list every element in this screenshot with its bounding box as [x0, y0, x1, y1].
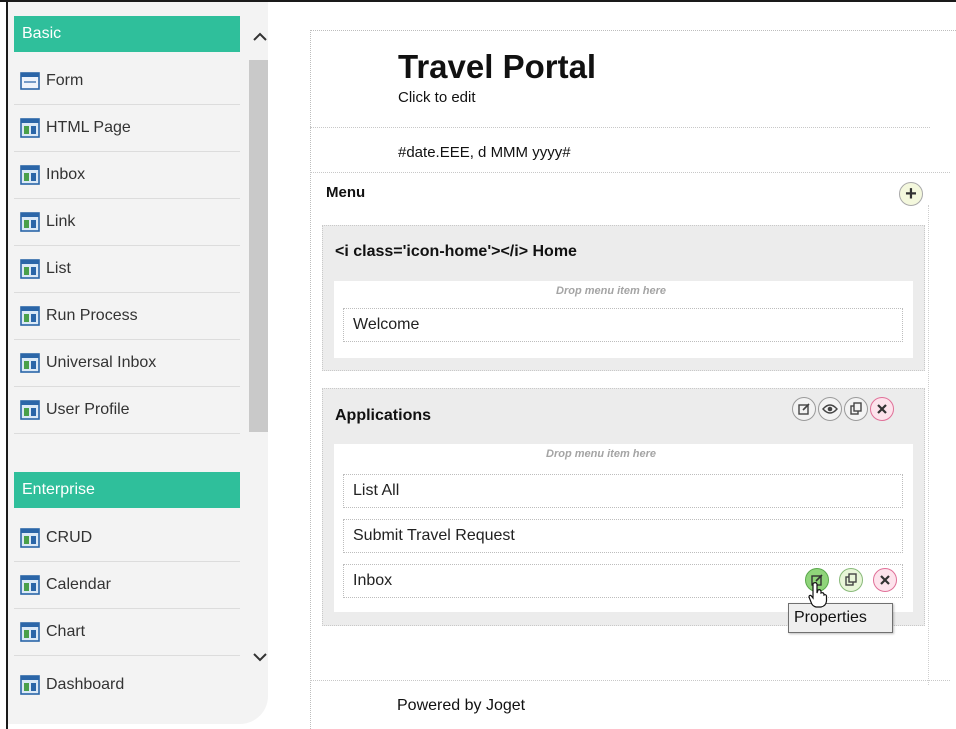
menu-dropzone[interactable]: Drop menu item here Welcome	[334, 281, 913, 358]
palette-item-label: Calendar	[46, 576, 111, 593]
footer-text[interactable]: Powered by Joget	[397, 697, 525, 715]
menu-category-title: <i class='icon-home'></i> Home	[335, 243, 577, 260]
palette-item-list[interactable]: List	[14, 246, 240, 293]
page-icon	[20, 118, 40, 138]
menu-category-home[interactable]: <i class='icon-home'></i> Home Drop menu…	[322, 225, 925, 371]
properties-tooltip: Properties	[788, 603, 893, 633]
category-preview-button[interactable]	[818, 397, 842, 421]
category-copy-button[interactable]	[844, 397, 868, 421]
close-icon	[880, 575, 890, 585]
palette-item-calendar[interactable]: Calendar	[14, 562, 240, 609]
palette-item-label: Universal Inbox	[46, 354, 157, 371]
divider	[310, 680, 950, 681]
form-icon	[20, 72, 40, 90]
category-header-basic[interactable]: Basic	[14, 16, 240, 52]
scroll-thumb[interactable]	[249, 60, 268, 432]
add-category-button[interactable]: +	[899, 182, 923, 206]
page-subtitle[interactable]: Click to edit	[398, 89, 476, 106]
divider	[928, 205, 929, 685]
close-icon	[877, 404, 887, 414]
page-title[interactable]: Travel Portal	[398, 48, 596, 86]
page-icon	[20, 306, 40, 326]
menu-item-welcome[interactable]: Welcome	[343, 308, 903, 342]
menu-item-list-all[interactable]: List All	[343, 474, 903, 508]
palette-item-label: CRUD	[46, 529, 93, 546]
palette-item-label: List	[46, 260, 71, 277]
palette-item-label: User Profile	[46, 401, 130, 418]
date-format-text[interactable]: #date.EEE, d MMM yyyy#	[398, 144, 571, 161]
divider	[310, 127, 930, 128]
palette-item-run-process[interactable]: Run Process	[14, 293, 240, 340]
hand-cursor-icon	[808, 582, 828, 608]
chevron-down-icon	[253, 653, 267, 662]
menu-category-title: Applications	[335, 407, 432, 424]
edit-icon	[798, 403, 810, 415]
palette-item-label: HTML Page	[46, 119, 131, 136]
palette-item-chart[interactable]: Chart	[14, 609, 240, 656]
copy-icon	[845, 573, 857, 586]
page-icon	[20, 212, 40, 232]
page-icon	[20, 622, 40, 642]
palette-item-label: Run Process	[46, 307, 138, 324]
page-icon	[20, 674, 40, 695]
palette-item-label: Dashboard	[46, 675, 125, 693]
palette-item-inbox[interactable]: Inbox	[14, 152, 240, 199]
palette-item-link[interactable]: Link	[14, 199, 240, 246]
page-icon	[20, 400, 40, 420]
copy-icon	[850, 402, 862, 415]
drop-hint: Drop menu item here	[556, 285, 667, 297]
page-icon	[20, 353, 40, 373]
palette-item-crud[interactable]: CRUD	[14, 515, 240, 562]
palette-item-label: Link	[46, 213, 76, 230]
drop-hint: Drop menu item here	[546, 448, 657, 460]
chevron-up-icon	[253, 32, 267, 41]
menu-section-label: Menu	[326, 184, 366, 201]
palette-item-dashboard[interactable]: Dashboard	[14, 661, 240, 708]
page-icon	[20, 575, 40, 595]
palette-item-label: Chart	[46, 623, 86, 640]
item-delete-button[interactable]	[873, 568, 897, 592]
category-delete-button[interactable]	[870, 397, 894, 421]
palette-item-user-profile[interactable]: User Profile	[14, 387, 240, 434]
page-icon	[20, 259, 40, 279]
menu-category-applications[interactable]: Applications Drop menu item here List Al…	[322, 388, 925, 626]
scroll-down-button[interactable]	[247, 642, 268, 672]
page-icon	[20, 165, 40, 185]
palette-item-form[interactable]: Form	[14, 58, 240, 105]
palette-item-label: Form	[46, 72, 84, 89]
item-copy-button[interactable]	[839, 568, 863, 592]
category-edit-button[interactable]	[792, 397, 816, 421]
palette-item-html-page[interactable]: HTML Page	[14, 105, 240, 152]
menu-item-submit-travel-request[interactable]: Submit Travel Request	[343, 519, 903, 553]
page-icon	[20, 528, 40, 548]
palette-scrollbar[interactable]	[247, 22, 268, 682]
eye-icon	[822, 404, 838, 414]
category-header-enterprise[interactable]: Enterprise	[14, 472, 240, 508]
palette-item-label: Inbox	[46, 166, 86, 183]
plus-icon: +	[905, 182, 917, 205]
divider	[310, 172, 950, 173]
palette-item-universal-inbox[interactable]: Universal Inbox	[14, 340, 240, 387]
palette-sidebar: Basic Form HTML Page Inbox Link List Run…	[8, 2, 268, 724]
scroll-up-button[interactable]	[247, 22, 268, 52]
